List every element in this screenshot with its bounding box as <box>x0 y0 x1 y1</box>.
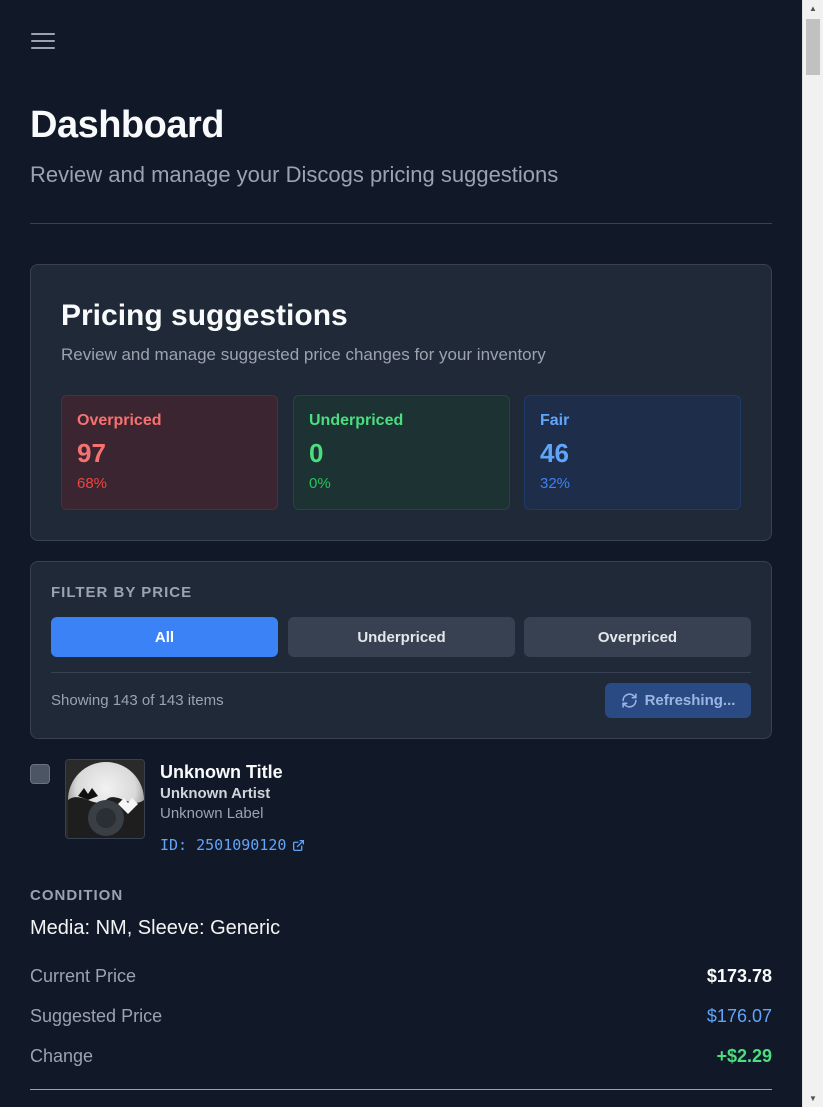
current-price-value: $173.78 <box>706 966 772 986</box>
item-label: Unknown Label <box>160 805 264 822</box>
hamburger-menu-icon[interactable] <box>31 33 55 53</box>
change-value: +$2.29 <box>716 1046 772 1066</box>
overpriced-stat: Overpriced 97 68% <box>61 395 278 510</box>
scrollbar-thumb[interactable] <box>806 19 820 75</box>
refresh-icon <box>621 693 637 708</box>
item-artist: Unknown Artist <box>160 785 271 802</box>
filter-underpriced-button[interactable]: Underpriced <box>288 617 515 657</box>
item-divider <box>30 1089 772 1090</box>
suggested-price-label: Suggested Price <box>30 1006 163 1026</box>
condition-value: Media: NM, Sleeve: Generic <box>30 917 281 939</box>
filter-all-button[interactable]: All <box>51 617 278 657</box>
overpriced-count: 97 <box>77 438 106 468</box>
item-title: Unknown Title <box>160 762 283 782</box>
filter-divider <box>51 672 751 673</box>
item-cover-image <box>65 759 145 839</box>
underpriced-label: Underpriced <box>309 412 404 429</box>
dashboard-page: Dashboard Review and manage your Discogs… <box>0 0 802 1107</box>
page-title: Dashboard <box>30 104 224 146</box>
external-link-icon <box>293 839 305 851</box>
suggested-price-value: $176.07 <box>706 1006 772 1026</box>
overpriced-label: Overpriced <box>77 412 162 429</box>
pricing-suggestions-title: Pricing suggestions <box>61 299 348 332</box>
overpriced-percent: 68% <box>77 475 108 492</box>
current-price-label: Current Price <box>30 966 137 986</box>
item-select-checkbox[interactable] <box>30 764 50 784</box>
filter-overpriced-button[interactable]: Overpriced <box>524 617 751 657</box>
underpriced-percent: 0% <box>309 475 331 492</box>
condition-heading: CONDITION <box>30 887 124 904</box>
scroll-down-arrow-icon[interactable]: ▼ <box>803 1090 823 1107</box>
pricing-suggestions-card: Pricing suggestions Review and manage su… <box>30 264 772 541</box>
underpriced-stat: Underpriced 0 0% <box>293 395 510 510</box>
pricing-suggestions-description: Review and manage suggested price change… <box>61 345 546 364</box>
filter-card: FILTER BY PRICE All Underpriced Overpric… <box>30 561 772 739</box>
fair-count: 46 <box>540 438 569 468</box>
showing-count: Showing 143 of 143 items <box>51 692 224 709</box>
vertical-scrollbar[interactable]: ▲ ▼ <box>802 0 823 1107</box>
fair-label: Fair <box>540 412 570 429</box>
scroll-up-arrow-icon[interactable]: ▲ <box>803 0 823 17</box>
item-id-text: ID: 2501090120 <box>160 836 287 854</box>
header-divider <box>30 223 772 224</box>
change-label: Change <box>30 1046 94 1066</box>
fair-percent: 32% <box>540 475 571 492</box>
underpriced-count: 0 <box>309 438 324 468</box>
filter-heading: FILTER BY PRICE <box>51 584 193 601</box>
page-subtitle: Review and manage your Discogs pricing s… <box>30 162 559 187</box>
fair-stat: Fair 46 32% <box>524 395 741 510</box>
item-id-link[interactable]: ID: 2501090120 <box>160 836 305 854</box>
refresh-label: Refreshing... <box>644 692 736 709</box>
refresh-button[interactable]: Refreshing... <box>605 683 751 718</box>
